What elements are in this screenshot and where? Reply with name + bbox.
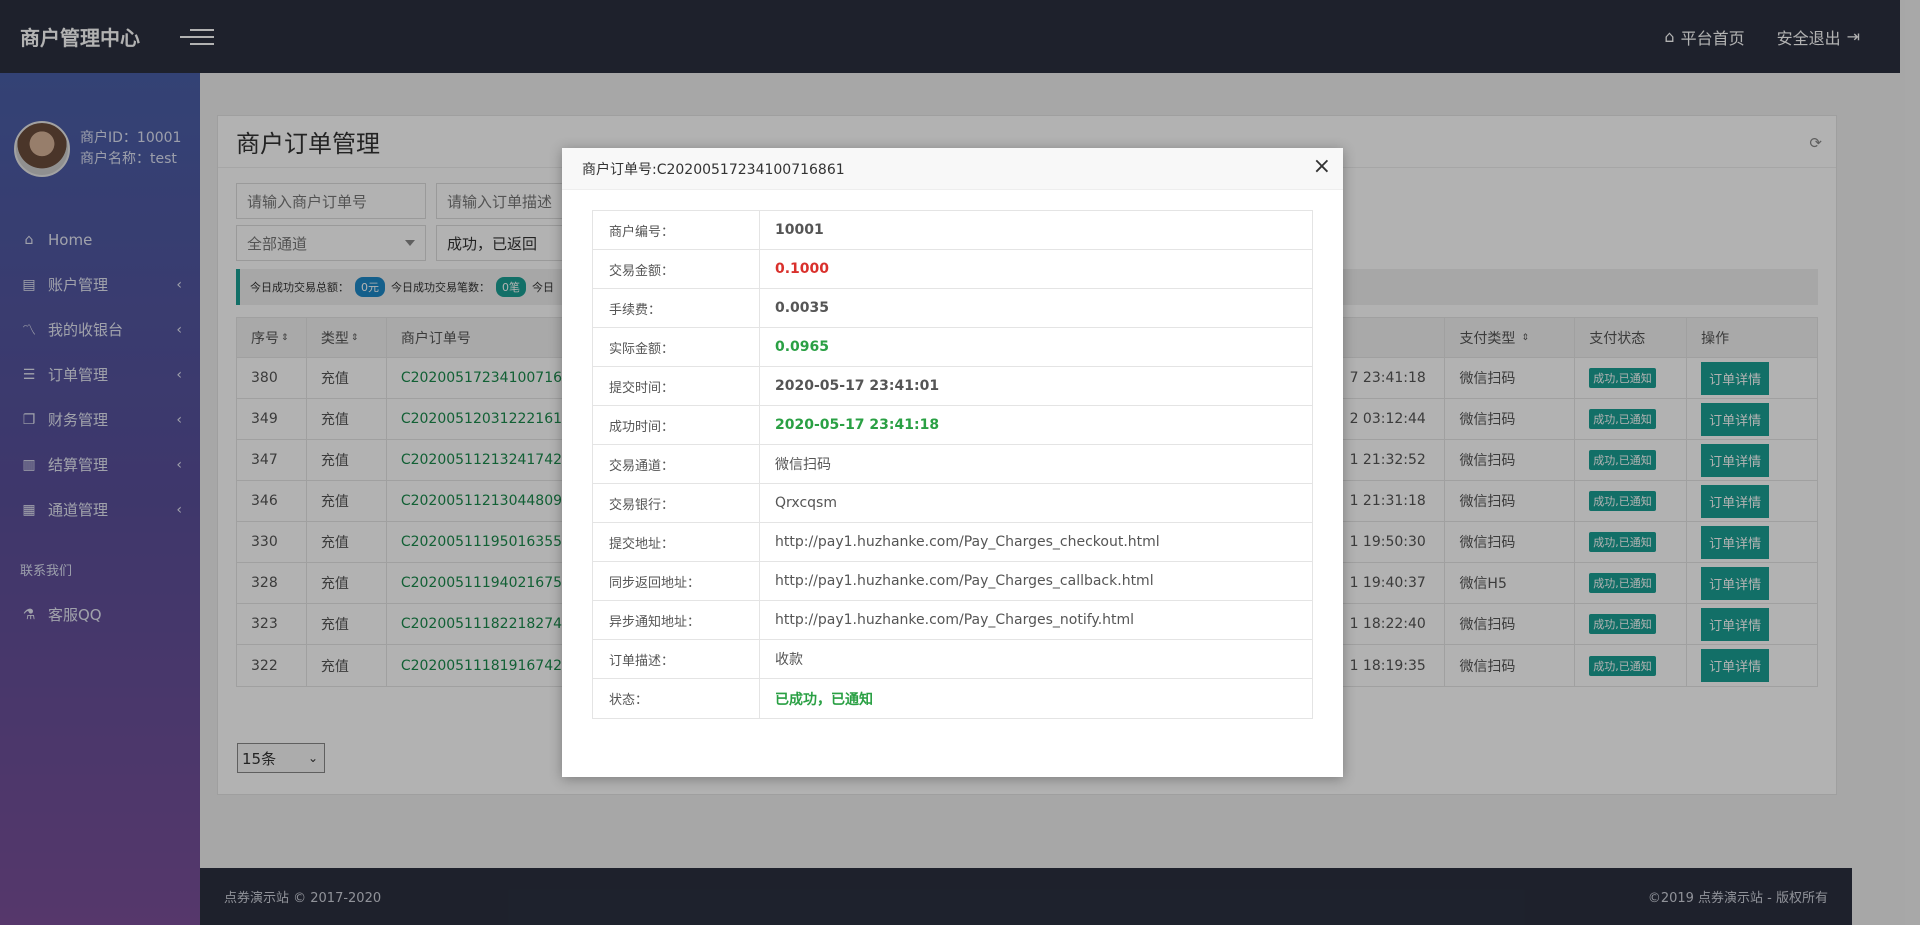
detail-row: 手续费： 0.0035 [593,289,1312,328]
detail-label: 交易银行： [593,484,760,522]
close-icon[interactable]: × [1313,156,1331,178]
detail-label: 订单描述： [593,640,760,678]
detail-value: 0.0965 [775,339,830,355]
detail-label: 提交时间： [593,367,760,405]
detail-value: 2020-05-17 23:41:18 [775,417,940,433]
detail-label: 状态： [593,679,760,718]
detail-value: 0.0035 [775,300,830,316]
detail-value: http://pay1.huzhanke.com/Pay_Charges_not… [775,612,1135,628]
detail-row: 实际金额： 0.0965 [593,328,1312,367]
detail-row: 成功时间： 2020-05-17 23:41:18 [593,406,1312,445]
detail-value: 2020-05-17 23:41:01 [775,378,940,394]
detail-label: 交易通道： [593,445,760,483]
detail-value: 微信扫码 [775,457,831,473]
detail-label: 成功时间： [593,406,760,444]
detail-value: 10001 [775,222,824,238]
detail-value: http://pay1.huzhanke.com/Pay_Charges_che… [775,534,1160,550]
detail-row: 交易银行： Qrxcqsm [593,484,1312,523]
order-detail-modal: 商户订单号:C20200517234100716861 × 商户编号： 10001… [562,148,1343,777]
detail-table: 商户编号： 10001 交易金额： 0.1000 手续费： 0.0035 实际金额： 0.09… [592,210,1313,719]
detail-row: 提交地址： http://pay1.huzhanke.com/Pay_Charge… [593,523,1312,562]
detail-row: 商户编号： 10001 [593,211,1312,250]
detail-row: 提交时间： 2020-05-17 23:41:01 [593,367,1312,406]
detail-row: 交易金额： 0.1000 [593,250,1312,289]
detail-value: Qrxcqsm [775,495,837,511]
detail-label: 交易金额： [593,250,760,288]
detail-value: 0.1000 [775,261,830,277]
detail-label: 手续费： [593,289,760,327]
detail-row: 异步通知地址： http://pay1.huzhanke.com/Pay_Char… [593,601,1312,640]
detail-value: http://pay1.huzhanke.com/Pay_Charges_cal… [775,573,1154,589]
detail-label: 商户编号： [593,211,760,249]
detail-value: 收款 [775,652,803,668]
detail-label: 实际金额： [593,328,760,366]
detail-row: 同步返回地址： http://pay1.huzhanke.com/Pay_Char… [593,562,1312,601]
detail-label: 同步返回地址： [593,562,760,600]
detail-row: 状态： 已成功，已通知 [593,679,1312,718]
modal-title: 商户订单号:C20200517234100716861 [582,161,845,178]
detail-label: 提交地址： [593,523,760,561]
detail-label: 异步通知地址： [593,601,760,639]
detail-row: 交易通道： 微信扫码 [593,445,1312,484]
detail-value: 已成功，已通知 [775,691,873,708]
detail-row: 订单描述： 收款 [593,640,1312,679]
